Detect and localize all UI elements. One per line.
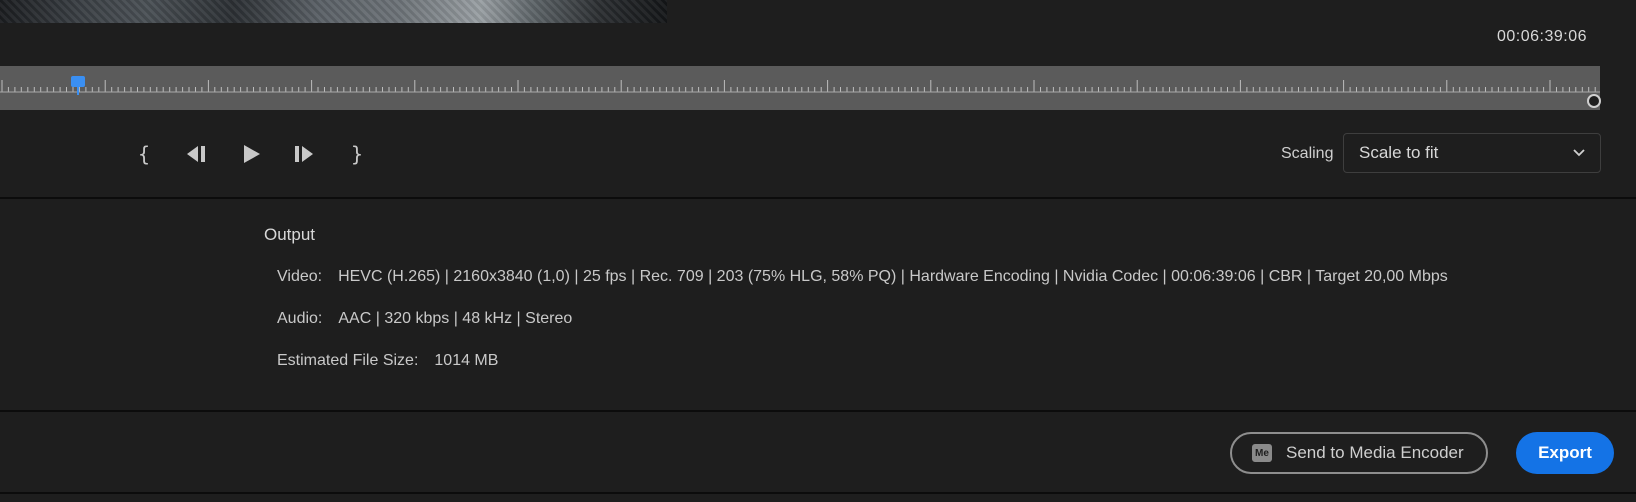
audio-label: Audio: — [277, 310, 323, 327]
filesize-value: 1014 MB — [434, 352, 499, 369]
timeline-scrubber[interactable] — [0, 66, 1600, 110]
footer-divider — [0, 410, 1636, 412]
mark-out-button[interactable]: } — [343, 140, 371, 168]
audio-summary-row: Audio: AAC | 320 kbps | 48 kHz | Stereo — [277, 310, 572, 328]
send-to-media-encoder-button[interactable]: Me Send to Media Encoder — [1230, 432, 1488, 474]
chevron-down-icon — [1573, 149, 1585, 157]
video-summary-row: Video: HEVC (H.265) | 2160x3840 (1,0) | 2… — [277, 268, 1448, 286]
timeline-ticks — [0, 80, 1600, 93]
play-button[interactable] — [237, 140, 265, 168]
export-label: Export — [1538, 443, 1592, 462]
step-back-button[interactable] — [183, 140, 211, 168]
section-divider — [0, 197, 1636, 199]
out-point-handle[interactable] — [1587, 94, 1601, 108]
scaling-dropdown[interactable]: Scale to fit — [1343, 133, 1601, 173]
output-heading: Output — [264, 225, 316, 244]
mark-out-icon: } — [350, 142, 364, 166]
bottom-edge — [0, 492, 1636, 494]
media-encoder-icon: Me — [1252, 444, 1272, 462]
step-forward-icon — [295, 146, 313, 162]
scaling-label: Scaling — [1281, 145, 1334, 162]
export-panel: 00:06:39:06 { } Scaling Scale to fit Out… — [0, 0, 1636, 502]
video-label: Video: — [277, 268, 323, 285]
scaling-selected-value: Scale to fit — [1359, 143, 1439, 162]
mark-in-button[interactable]: { — [130, 140, 158, 168]
video-preview — [0, 0, 667, 23]
filesize-summary-row: Estimated File Size: 1014 MB — [277, 352, 498, 370]
filesize-label: Estimated File Size: — [277, 352, 419, 369]
audio-value: AAC | 320 kbps | 48 kHz | Stereo — [338, 310, 573, 327]
step-back-icon — [187, 146, 205, 162]
send-to-media-encoder-label: Send to Media Encoder — [1286, 443, 1464, 462]
video-value: HEVC (H.265) | 2160x3840 (1,0) | 25 fps … — [338, 268, 1448, 285]
duration-timecode: 00:06:39:06 — [1496, 28, 1587, 45]
mark-in-icon: { — [137, 142, 151, 166]
export-button[interactable]: Export — [1516, 432, 1614, 474]
play-icon — [244, 145, 260, 163]
playhead-handle[interactable] — [71, 76, 85, 95]
step-forward-button[interactable] — [290, 140, 318, 168]
